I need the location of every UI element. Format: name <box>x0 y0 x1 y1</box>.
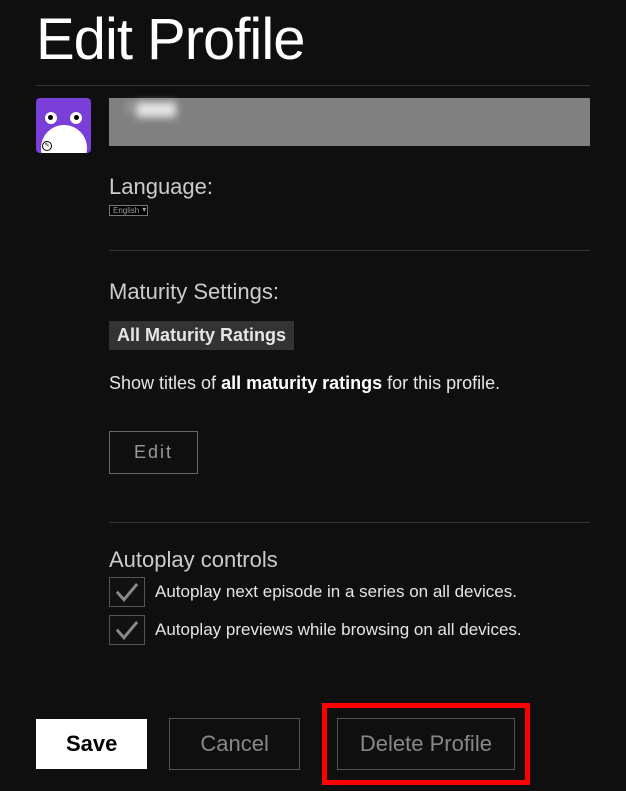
autoplay-label: Autoplay controls <box>109 547 590 573</box>
cancel-button[interactable]: Cancel <box>169 718 299 770</box>
language-label: Language: <box>109 174 590 200</box>
autoplay-previews-text: Autoplay previews while browsing on all … <box>155 620 522 640</box>
edit-maturity-button[interactable]: Edit <box>109 431 198 474</box>
divider-language <box>109 250 590 251</box>
check-icon <box>116 614 138 640</box>
pencil-icon: ✎ <box>42 141 52 151</box>
divider-maturity <box>109 522 590 523</box>
profile-avatar[interactable]: ✎ <box>36 98 91 153</box>
maturity-rating-badge: All Maturity Ratings <box>109 321 294 350</box>
divider-top <box>36 85 590 86</box>
maturity-label: Maturity Settings: <box>109 279 590 305</box>
autoplay-next-text: Autoplay next episode in a series on all… <box>155 582 517 602</box>
autoplay-previews-checkbox[interactable] <box>109 615 145 645</box>
maturity-description: Show titles of all maturity ratings for … <box>109 370 590 397</box>
save-button[interactable]: Save <box>36 719 147 769</box>
autoplay-next-checkbox[interactable] <box>109 577 145 607</box>
check-icon <box>116 576 138 602</box>
delete-profile-button[interactable]: Delete Profile <box>337 718 515 770</box>
language-select[interactable]: English <box>109 205 148 216</box>
highlight-annotation: Delete Profile <box>322 703 530 785</box>
profile-name-input[interactable]: I ▆▆▆ <box>109 98 590 146</box>
page-title: Edit Profile <box>36 0 590 85</box>
